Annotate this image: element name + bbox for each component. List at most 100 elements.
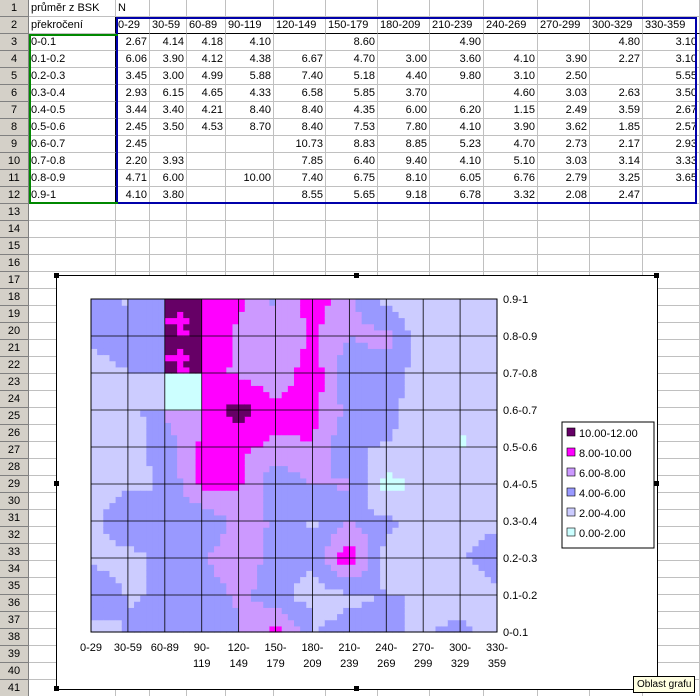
sheet-cell[interactable]: [430, 255, 484, 272]
sheet-cell[interactable]: [484, 238, 538, 255]
sheet-cell[interactable]: [187, 238, 226, 255]
sheet-cell[interactable]: 3.65: [643, 170, 700, 187]
sheet-cell[interactable]: 4.40: [378, 68, 430, 85]
sheet-cell[interactable]: 330-359: [643, 17, 700, 34]
sheet-cell[interactable]: [643, 204, 700, 221]
sheet-cell[interactable]: 8.70: [226, 119, 274, 136]
sheet-cell[interactable]: [187, 170, 226, 187]
sheet-cell[interactable]: [326, 255, 378, 272]
sheet-cell[interactable]: [538, 238, 590, 255]
sheet-cell[interactable]: 2.08: [538, 187, 590, 204]
sheet-cell[interactable]: 8.40: [274, 119, 326, 136]
sheet-cell[interactable]: [378, 221, 430, 238]
sheet-cell[interactable]: [430, 85, 484, 102]
sheet-cell[interactable]: 0.7-0.8: [29, 153, 116, 170]
sheet-cell[interactable]: 2.50: [538, 68, 590, 85]
sheet-cell[interactable]: [226, 153, 274, 170]
surface-chart[interactable]: 0-29 30-59 60-89 90- 119 120- 149 150- 179 180- 20…: [54, 273, 659, 691]
row-header[interactable]: 21: [0, 340, 29, 357]
row-header[interactable]: 32: [0, 527, 29, 544]
sheet-cell[interactable]: 3.70: [378, 85, 430, 102]
sheet-cell[interactable]: [643, 221, 700, 238]
sheet-cell[interactable]: 8.85: [378, 136, 430, 153]
row-header[interactable]: 39: [0, 646, 29, 663]
sheet-cell[interactable]: 4.70: [484, 136, 538, 153]
sheet-cell[interactable]: [226, 187, 274, 204]
sheet-cell[interactable]: [484, 0, 538, 17]
row-header[interactable]: 27: [0, 442, 29, 459]
row-header[interactable]: 25: [0, 408, 29, 425]
sheet-cell[interactable]: 0-0.1: [29, 34, 116, 51]
row-header[interactable]: 38: [0, 629, 29, 646]
sheet-cell[interactable]: [226, 136, 274, 153]
row-header[interactable]: 22: [0, 357, 29, 374]
sheet-cell[interactable]: 7.40: [274, 170, 326, 187]
row-header[interactable]: 34: [0, 561, 29, 578]
sheet-cell[interactable]: 2.45: [116, 119, 150, 136]
sheet-cell[interactable]: 0.6-0.7: [29, 136, 116, 153]
sheet-cell[interactable]: 6.00: [150, 170, 187, 187]
sheet-cell[interactable]: [226, 255, 274, 272]
sheet-cell[interactable]: 3.00: [378, 51, 430, 68]
sheet-cell[interactable]: [643, 187, 700, 204]
sheet-cell[interactable]: 3.10: [643, 34, 700, 51]
sheet-cell[interactable]: 0.9-1: [29, 187, 116, 204]
sheet-cell[interactable]: 5.65: [326, 187, 378, 204]
sheet-cell[interactable]: 90-119: [226, 17, 274, 34]
sheet-cell[interactable]: [226, 221, 274, 238]
sheet-cell[interactable]: 3.62: [538, 119, 590, 136]
row-header[interactable]: 35: [0, 578, 29, 595]
sheet-cell[interactable]: 3.14: [590, 153, 643, 170]
sheet-cell[interactable]: 1.15: [484, 102, 538, 119]
resize-handle[interactable]: [354, 686, 359, 691]
sheet-cell[interactable]: [484, 255, 538, 272]
sheet-cell[interactable]: 3.59: [590, 102, 643, 119]
sheet-cell[interactable]: 8.55: [274, 187, 326, 204]
sheet-cell[interactable]: 0.5-0.6: [29, 119, 116, 136]
row-header[interactable]: 28: [0, 459, 29, 476]
sheet-cell[interactable]: 3.93: [150, 153, 187, 170]
sheet-cell[interactable]: 2.93: [116, 85, 150, 102]
row-header[interactable]: 8: [0, 119, 29, 136]
sheet-cell[interactable]: 60-89: [187, 17, 226, 34]
sheet-cell[interactable]: [590, 221, 643, 238]
sheet-cell[interactable]: [590, 68, 643, 85]
sheet-cell[interactable]: 2.67: [643, 102, 700, 119]
sheet-cell[interactable]: 3.90: [150, 51, 187, 68]
sheet-cell[interactable]: 2.47: [590, 187, 643, 204]
sheet-cell[interactable]: 3.45: [116, 68, 150, 85]
sheet-cell[interactable]: 6.75: [326, 170, 378, 187]
sheet-cell[interactable]: 2.20: [116, 153, 150, 170]
sheet-cell[interactable]: 2.27: [590, 51, 643, 68]
sheet-cell[interactable]: 4.80: [590, 34, 643, 51]
sheet-cell[interactable]: 7.80: [378, 119, 430, 136]
sheet-cell[interactable]: 4.10: [430, 153, 484, 170]
sheet-cell[interactable]: [187, 255, 226, 272]
sheet-cell[interactable]: [378, 238, 430, 255]
sheet-cell[interactable]: [29, 221, 116, 238]
sheet-cell[interactable]: 9.18: [378, 187, 430, 204]
sheet-cell[interactable]: [150, 221, 187, 238]
row-header[interactable]: 5: [0, 68, 29, 85]
sheet-cell[interactable]: [378, 204, 430, 221]
row-header[interactable]: 40: [0, 663, 29, 680]
sheet-cell[interactable]: 0.8-0.9: [29, 170, 116, 187]
sheet-cell[interactable]: [538, 255, 590, 272]
row-header[interactable]: 30: [0, 493, 29, 510]
sheet-cell[interactable]: 2.63: [590, 85, 643, 102]
sheet-cell[interactable]: [378, 255, 430, 272]
resize-handle[interactable]: [354, 273, 359, 278]
sheet-cell[interactable]: 300-329: [590, 17, 643, 34]
sheet-cell[interactable]: 2.49: [538, 102, 590, 119]
row-header[interactable]: 19: [0, 306, 29, 323]
sheet-cell[interactable]: 4.53: [187, 119, 226, 136]
sheet-cell[interactable]: 6.78: [430, 187, 484, 204]
sheet-cell[interactable]: 3.40: [150, 102, 187, 119]
sheet-cell[interactable]: [643, 238, 700, 255]
sheet-cell[interactable]: 4.70: [326, 51, 378, 68]
sheet-cell[interactable]: [590, 255, 643, 272]
sheet-cell[interactable]: 4.99: [187, 68, 226, 85]
row-header[interactable]: 37: [0, 612, 29, 629]
sheet-cell[interactable]: 6.00: [378, 102, 430, 119]
sheet-cell[interactable]: [187, 221, 226, 238]
